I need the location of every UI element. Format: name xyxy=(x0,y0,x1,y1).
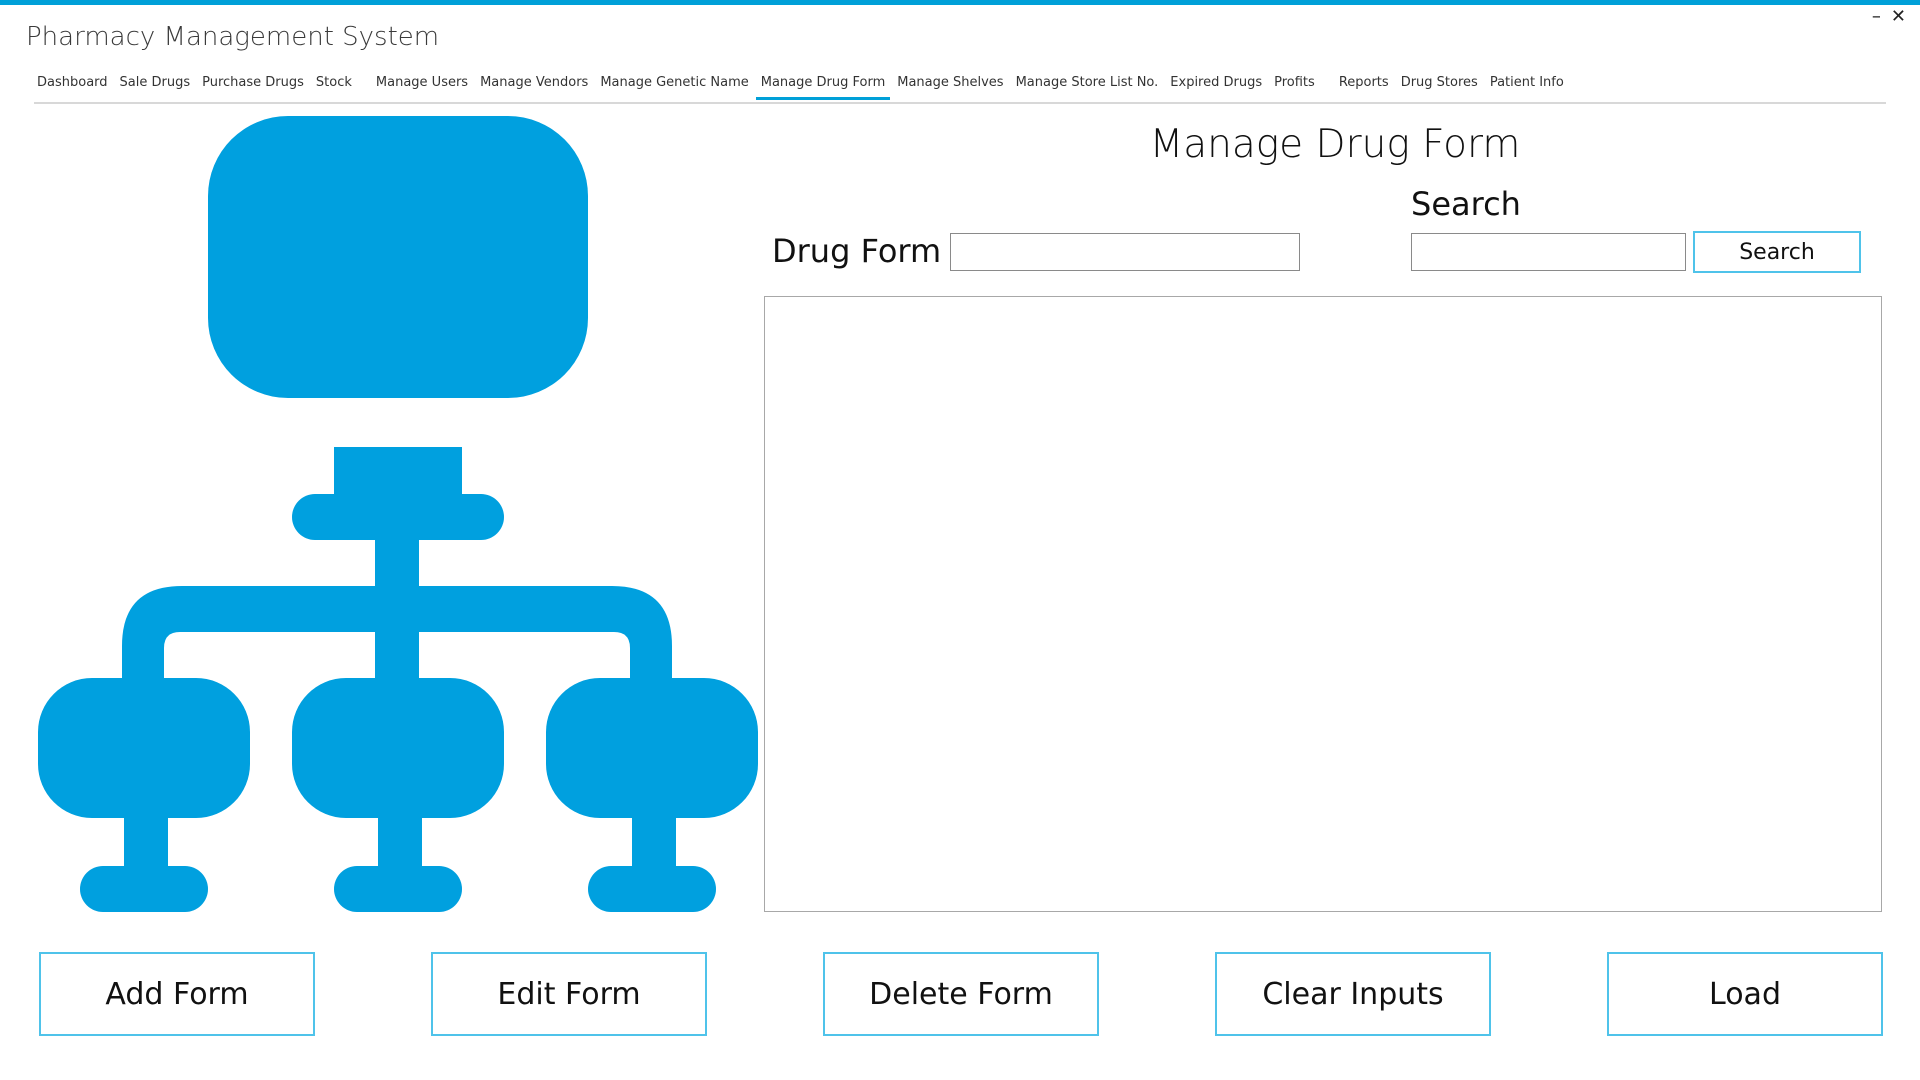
menu-item-manage-drug-form[interactable]: Manage Drug Form xyxy=(755,73,891,100)
menu-item-expired-drugs[interactable]: Expired Drugs xyxy=(1165,73,1267,99)
clear-inputs-button[interactable]: Clear Inputs xyxy=(1215,952,1491,1036)
window-accent-bar xyxy=(0,0,1920,5)
menu-divider xyxy=(34,102,1886,104)
search-input[interactable] xyxy=(1411,233,1686,271)
menu-item-stock[interactable]: Stock xyxy=(311,73,357,99)
menu-item-manage-store-list-no[interactable]: Manage Store List No. xyxy=(1011,73,1164,99)
menu-item-manage-vendors[interactable]: Manage Vendors xyxy=(475,73,593,99)
search-button[interactable]: Search xyxy=(1693,231,1861,273)
drug-form-input[interactable] xyxy=(950,233,1300,271)
menu-item-patient-info[interactable]: Patient Info xyxy=(1485,73,1569,99)
menu-item-purchase-drugs[interactable]: Purchase Drugs xyxy=(197,73,309,99)
drug-form-label: Drug Form xyxy=(772,232,942,270)
menu-item-dashboard[interactable]: Dashboard xyxy=(32,73,113,99)
add-form-button[interactable]: Add Form xyxy=(39,952,315,1036)
hierarchy-icon xyxy=(38,116,758,912)
window-controls: – ✕ xyxy=(1872,4,1906,30)
app-title: Pharmacy Management System xyxy=(26,22,440,52)
minimize-button[interactable]: – xyxy=(1872,4,1881,30)
menu-item-drug-stores[interactable]: Drug Stores xyxy=(1396,73,1483,99)
page-title: Manage Drug Form xyxy=(1149,122,1521,167)
delete-form-button[interactable]: Delete Form xyxy=(823,952,1099,1036)
main-menu: Dashboard Sale Drugs Purchase Drugs Stoc… xyxy=(32,73,1571,103)
menu-item-profits[interactable]: Profits xyxy=(1269,73,1320,99)
close-button[interactable]: ✕ xyxy=(1891,4,1906,30)
menu-item-reports[interactable]: Reports xyxy=(1334,73,1394,99)
menu-item-manage-shelves[interactable]: Manage Shelves xyxy=(892,73,1008,99)
menu-item-sale-drugs[interactable]: Sale Drugs xyxy=(115,73,196,99)
edit-form-button[interactable]: Edit Form xyxy=(431,952,707,1036)
load-button[interactable]: Load xyxy=(1607,952,1883,1036)
menu-item-manage-users[interactable]: Manage Users xyxy=(371,73,473,99)
menu-item-manage-genetic-name[interactable]: Manage Genetic Name xyxy=(595,73,753,99)
search-label: Search xyxy=(1411,185,1521,223)
drug-form-grid[interactable] xyxy=(764,296,1882,912)
